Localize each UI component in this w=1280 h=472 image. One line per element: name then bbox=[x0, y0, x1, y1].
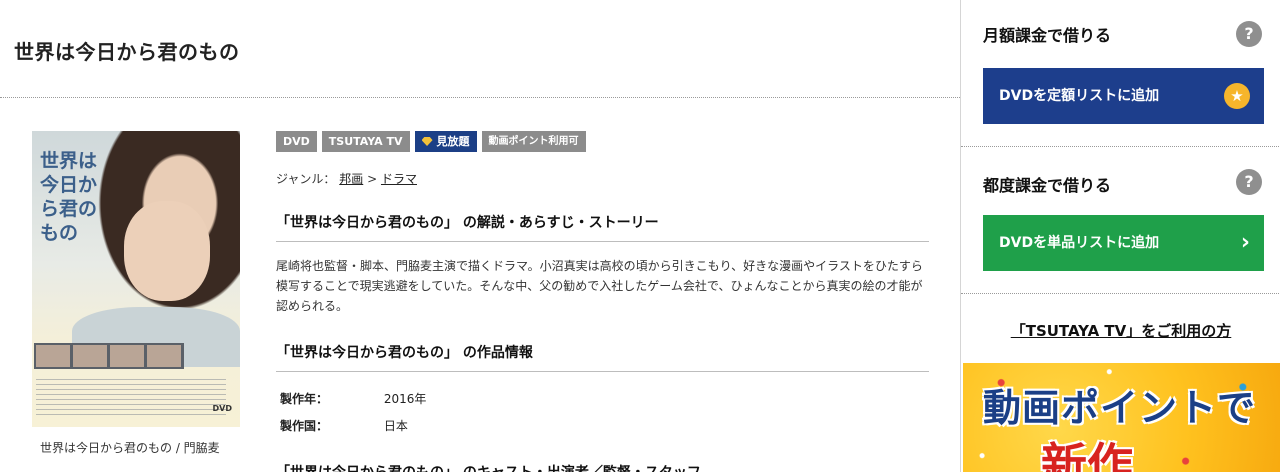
genre-breadcrumb: ジャンル： 邦画 > ドラマ bbox=[276, 170, 417, 187]
info-key: 製作国： bbox=[280, 419, 329, 433]
story-heading: 「世界は今日から君のもの」 の解説・あらすじ・ストーリー bbox=[276, 212, 929, 242]
story-text: 尾崎将也監督・脚本、門脇麦主演で描くドラマ。小沼真実は高校の頃から引きこもり、好… bbox=[276, 259, 923, 313]
badge-dvd: DVD bbox=[276, 131, 317, 152]
cast-heading: 「世界は今日から君のもの」 のキャスト・出演者／監督・スタッフ bbox=[276, 462, 929, 472]
page-title: 世界は今日から君のもの bbox=[14, 40, 240, 64]
genre-link-hougaku[interactable]: 邦画 bbox=[339, 172, 363, 186]
jacket-credits bbox=[36, 379, 226, 419]
add-to-monthly-list-label: DVDを定額リストに追加 bbox=[999, 88, 1160, 104]
add-to-single-list-label: DVDを単品リストに追加 bbox=[999, 235, 1160, 251]
sidebar-divider bbox=[961, 146, 1280, 147]
main-content: 世界は今日から君のもの 世界は今日から君のもの DVD 世界は今日から君のもの … bbox=[0, 0, 960, 472]
info-value: 2016年 bbox=[383, 392, 427, 406]
sidebar: 月額課金で借りる ? DVDを定額リストに追加 ★ 都度課金で借りる ? DVD… bbox=[960, 0, 1280, 472]
tsutaya-tv-user-link-label: 「TSUTAYA TV」をご利用の方 bbox=[1010, 322, 1232, 340]
monthly-heading: 月額課金で借りる bbox=[983, 26, 1112, 45]
badge-video-points: 動画ポイント利用可 bbox=[481, 131, 586, 152]
question-icon[interactable]: ? bbox=[1236, 169, 1262, 195]
add-to-monthly-list-button[interactable]: DVDを定額リストに追加 ★ bbox=[983, 68, 1264, 124]
badge-unlimited: 見放題 bbox=[414, 131, 477, 152]
info-row-year: 製作年： 2016年 bbox=[280, 390, 426, 407]
badge-tsutaya-tv: TSUTAYA TV bbox=[321, 131, 410, 152]
genre-link-drama[interactable]: ドラマ bbox=[381, 172, 417, 186]
sidebar-divider bbox=[961, 293, 1280, 294]
question-icon[interactable]: ? bbox=[1236, 21, 1262, 47]
jacket-cast-strip bbox=[34, 343, 184, 369]
jacket-dvd-mark: DVD bbox=[212, 404, 232, 413]
per-rental-heading: 都度課金で借りる bbox=[983, 176, 1112, 195]
title-divider bbox=[0, 97, 960, 98]
jacket-title-text: 世界は今日から君のもの bbox=[40, 150, 98, 244]
star-icon: ★ bbox=[1224, 83, 1250, 109]
info-key: 製作年： bbox=[280, 392, 329, 406]
banner-line1: 動画ポイントで bbox=[983, 386, 1257, 430]
info-row-country: 製作国： 日本 bbox=[280, 417, 408, 434]
genre-label: ジャンル： bbox=[276, 172, 336, 186]
genre-separator: > bbox=[367, 172, 378, 186]
jacket-figure-face bbox=[124, 201, 210, 301]
dvd-jacket-image[interactable]: 世界は今日から君のもの DVD bbox=[32, 131, 240, 427]
banner-line2: 新作 bbox=[1041, 438, 1133, 472]
add-to-single-list-button[interactable]: DVDを単品リストに追加 › bbox=[983, 215, 1264, 271]
info-heading: 「世界は今日から君のもの」 の作品情報 bbox=[276, 342, 929, 372]
badge-list: DVD TSUTAYA TV 見放題 動画ポイント利用可 bbox=[276, 131, 586, 152]
jacket-caption: 世界は今日から君のもの / 門脇麦 bbox=[40, 441, 220, 455]
video-point-banner[interactable]: 動画ポイントで 新作 bbox=[963, 363, 1280, 472]
info-value: 日本 bbox=[383, 419, 408, 433]
badge-unlimited-label: 見放題 bbox=[436, 135, 470, 148]
tsutaya-tv-user-link[interactable]: 「TSUTAYA TV」をご利用の方 bbox=[961, 320, 1280, 341]
chevron-right-icon: › bbox=[1240, 230, 1250, 255]
diamond-icon bbox=[421, 137, 433, 146]
